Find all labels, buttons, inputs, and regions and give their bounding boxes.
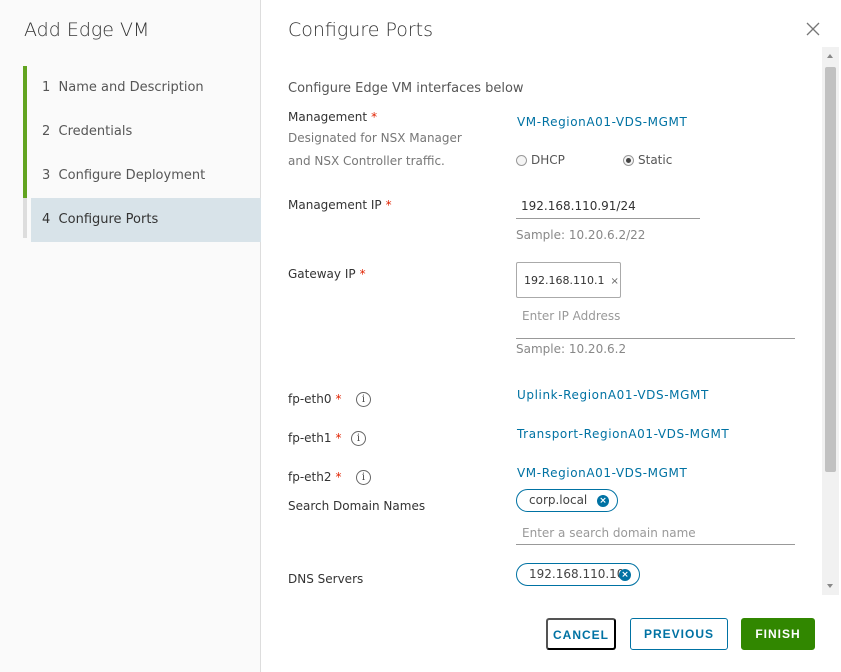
step-complete-indicator	[23, 66, 27, 110]
fp-eth1-network-link[interactable]: Transport-RegionA01-VDS-MGMT	[517, 427, 729, 441]
dns-servers-label: DNS Servers	[288, 572, 364, 586]
info-icon[interactable]: i	[356, 392, 371, 407]
fp-eth2-network-link[interactable]: VM-RegionA01-VDS-MGMT	[517, 466, 687, 480]
fp-eth2-label: fp-eth2 *	[288, 470, 342, 484]
dns-server-chip[interactable]: 192.168.110.10 ×	[516, 563, 640, 586]
chip-remove-icon[interactable]: ×	[619, 569, 631, 581]
info-icon[interactable]: i	[351, 431, 366, 446]
step-number: 2	[42, 124, 51, 139]
gateway-ip-input[interactable]: Enter IP Address	[522, 309, 620, 323]
search-domain-label: Search Domain Names	[288, 499, 426, 513]
step-label: Configure Deployment	[58, 168, 206, 183]
close-icon[interactable]	[804, 20, 822, 38]
step-number: 3	[42, 168, 51, 183]
cancel-button[interactable]: CANCEL	[546, 618, 616, 650]
step-label: Credentials	[58, 124, 133, 139]
scroll-up-icon[interactable]	[827, 54, 833, 58]
gateway-ip-sample: Sample: 10.20.6.2	[516, 342, 627, 356]
management-description-2: and NSX Controller traffic.	[288, 154, 445, 168]
form-intro: Configure Edge VM interfaces below	[288, 81, 524, 96]
wizard-title: Add Edge VM	[24, 19, 150, 41]
dhcp-radio[interactable]: DHCP	[516, 153, 565, 167]
form-scroll-area: Configure Edge VM interfaces below Manag…	[262, 50, 841, 595]
required-marker: *	[385, 198, 392, 212]
step-number: 4	[42, 212, 51, 227]
scrollbar-thumb[interactable]	[825, 67, 836, 472]
step-number: 1	[42, 80, 51, 95]
wizard-sidebar: Add Edge VM 1 Name and Description 2 Cre…	[0, 0, 261, 672]
step-label: Configure Ports	[58, 212, 159, 227]
required-marker: *	[359, 267, 366, 281]
required-marker: *	[335, 470, 342, 484]
radio-dot-selected	[623, 154, 634, 166]
wizard-steps: 1 Name and Description 2 Credentials 3 C…	[23, 66, 261, 242]
search-domain-underline	[516, 544, 795, 545]
chip-remove-icon[interactable]: ×	[610, 276, 618, 287]
chip-remove-icon[interactable]: ×	[597, 495, 609, 507]
required-marker: *	[371, 110, 378, 124]
required-marker: *	[335, 392, 342, 406]
step-configure-ports[interactable]: 4 Configure Ports	[23, 198, 261, 242]
scroll-down-icon[interactable]	[827, 584, 833, 588]
step-credentials[interactable]: 2 Credentials	[23, 110, 261, 154]
management-network-link[interactable]: VM-RegionA01-VDS-MGMT	[517, 115, 687, 129]
management-ip-input[interactable]: 192.168.110.91/24	[516, 199, 700, 219]
form-scrollbar[interactable]	[822, 47, 839, 595]
search-domain-chip[interactable]: corp.local ×	[516, 489, 618, 512]
required-marker: *	[335, 431, 342, 445]
page-title: Configure Ports	[288, 19, 434, 41]
static-radio[interactable]: Static	[623, 153, 672, 167]
management-ip-label: Management IP *	[288, 198, 392, 212]
management-ip-sample: Sample: 10.20.6.2/22	[516, 228, 646, 242]
fp-eth1-label: fp-eth1 *	[288, 431, 342, 445]
gateway-ip-label: Gateway IP *	[288, 267, 366, 281]
radio-dot	[516, 154, 527, 166]
step-label: Name and Description	[58, 80, 204, 95]
search-domain-input[interactable]: Enter a search domain name	[522, 526, 696, 540]
step-complete-indicator	[23, 154, 27, 198]
info-icon[interactable]: i	[356, 470, 371, 485]
management-label: Management *	[288, 110, 378, 124]
management-description-1: Designated for NSX Manager	[288, 131, 462, 145]
step-name-and-description[interactable]: 1 Name and Description	[23, 66, 261, 110]
finish-button[interactable]: FINISH	[741, 618, 815, 650]
wizard-content: Configure Ports Configure Edge VM interf…	[262, 0, 841, 672]
gateway-ip-chip[interactable]: 192.168.110.1 ×	[516, 262, 621, 298]
fp-eth0-network-link[interactable]: Uplink-RegionA01-VDS-MGMT	[517, 388, 709, 402]
step-complete-indicator	[23, 110, 27, 154]
step-indicator	[23, 198, 27, 238]
gateway-ip-underline	[516, 338, 795, 339]
step-configure-deployment[interactable]: 3 Configure Deployment	[23, 154, 261, 198]
previous-button[interactable]: PREVIOUS	[630, 618, 728, 650]
fp-eth0-label: fp-eth0 *	[288, 392, 342, 406]
